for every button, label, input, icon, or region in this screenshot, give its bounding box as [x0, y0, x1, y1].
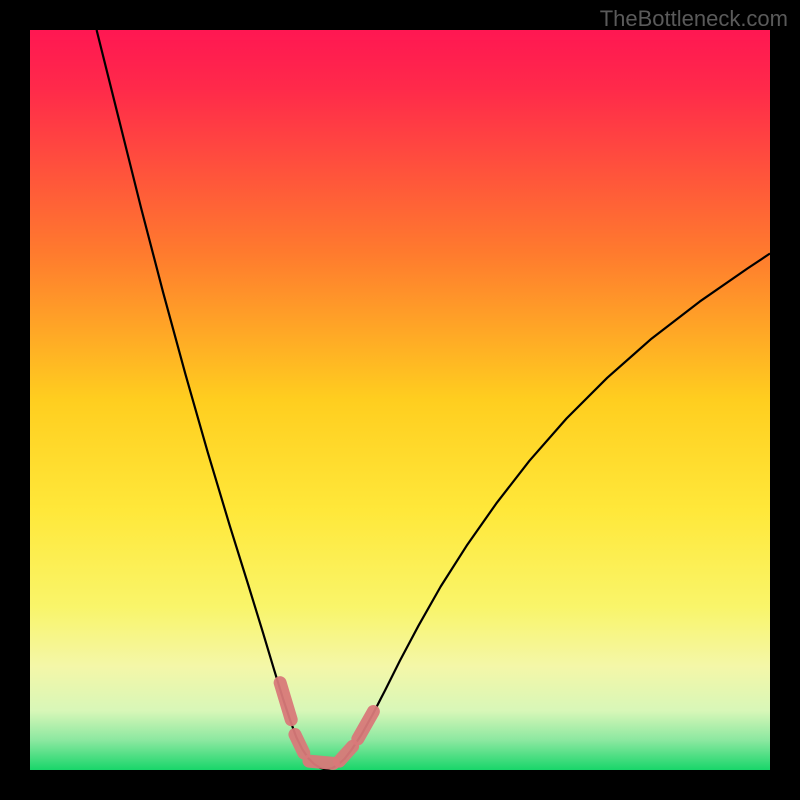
marker-seg-2 [309, 761, 333, 763]
bottleneck-chart [30, 30, 770, 770]
chart-plot-area [30, 30, 770, 770]
watermark-text: TheBottleneck.com [600, 6, 788, 32]
marker-seg-1 [295, 734, 304, 753]
